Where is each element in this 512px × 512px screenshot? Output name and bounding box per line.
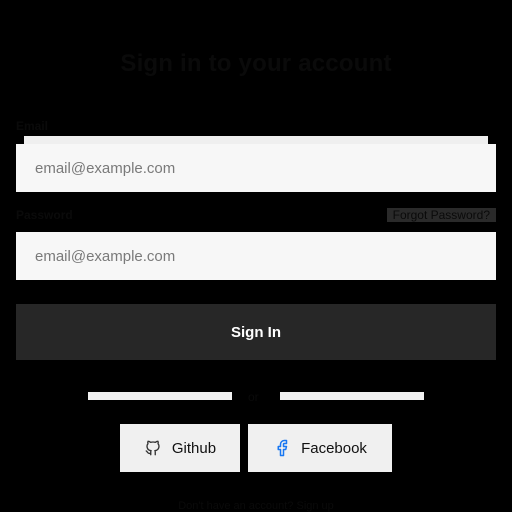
facebook-icon — [273, 439, 291, 457]
sign-in-page: Sign in to your account Email Password F… — [0, 0, 512, 512]
signup-prompt[interactable]: Don't have an account? Sign up — [0, 500, 512, 512]
page-title: Sign in to your account — [120, 50, 392, 77]
password-input[interactable] — [16, 232, 496, 280]
divider-text: or — [248, 390, 259, 404]
github-icon — [144, 439, 162, 457]
github-button[interactable]: Github — [120, 424, 240, 472]
input-decoration — [24, 136, 488, 144]
divider-line-left — [88, 392, 232, 400]
email-label: Email — [16, 119, 49, 133]
password-label: Password — [16, 208, 73, 222]
divider-line-right — [280, 392, 424, 400]
sign-in-button[interactable]: Sign In — [16, 304, 496, 360]
facebook-button[interactable]: Facebook — [248, 424, 392, 472]
email-input[interactable] — [16, 144, 496, 192]
facebook-button-label: Facebook — [301, 439, 367, 457]
forgot-password-link[interactable]: Forgot Password? — [386, 208, 496, 222]
github-button-label: Github — [171, 439, 217, 457]
